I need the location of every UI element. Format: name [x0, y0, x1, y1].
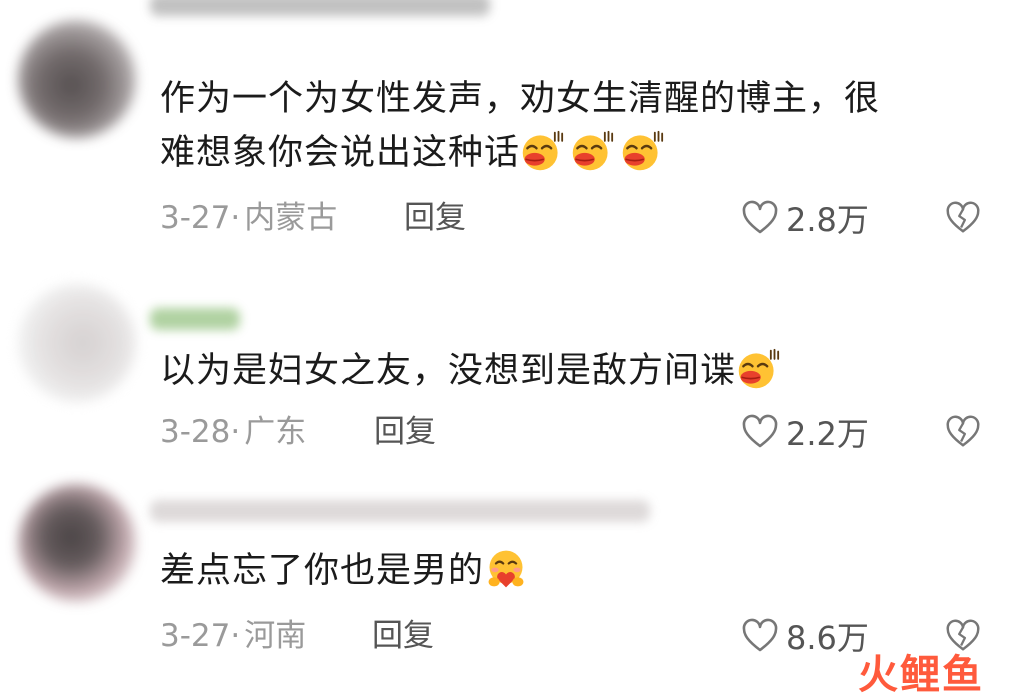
comment-meta: 3-27· 河南	[160, 614, 306, 658]
heart-icon	[740, 616, 780, 656]
like-button[interactable]: 8.6万	[740, 614, 869, 658]
comment-text: 差点忘了你也是男的	[160, 544, 960, 598]
watermark-logo: 火鲤鱼	[858, 648, 1018, 697]
reply-button[interactable]: 回复	[372, 614, 434, 658]
heart-hug-emoji-icon	[484, 547, 528, 591]
comment-date: 3-27·	[160, 618, 241, 654]
comment-region: 河南	[244, 618, 307, 654]
watermark-text: 火鲤鱼	[858, 652, 984, 697]
comment-item: 差点忘了你也是男的 3-27· 河南 回复 8.6万	[0, 0, 1024, 697]
username-redacted	[150, 500, 650, 522]
like-count: 8.6万	[786, 619, 869, 657]
avatar[interactable]	[18, 484, 136, 602]
